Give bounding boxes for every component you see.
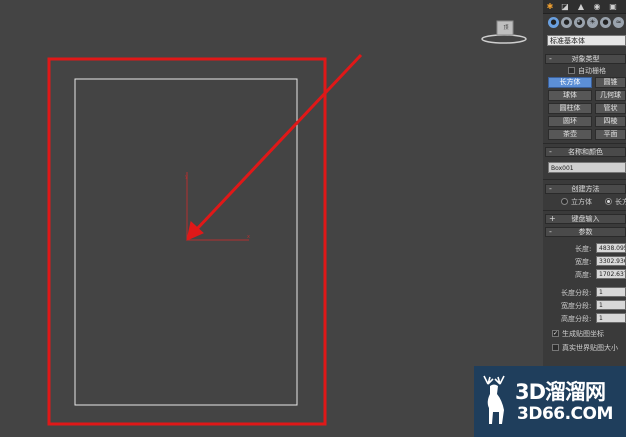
- parameters-rollout[interactable]: - 参数: [545, 227, 626, 237]
- plane-button[interactable]: 平面: [595, 129, 626, 140]
- creation-method-rollout[interactable]: - 创建方法: [545, 184, 626, 194]
- deer-logo-icon: [483, 375, 505, 424]
- parameters-header: 参数: [578, 228, 593, 236]
- teapot-button[interactable]: 茶壶: [548, 129, 592, 140]
- pivot-x-label: x: [247, 234, 250, 240]
- height-segs-field[interactable]: 1: [596, 313, 626, 323]
- motion-tab-icon[interactable]: ◉: [591, 1, 603, 12]
- shapes-category-icon[interactable]: ●: [561, 17, 572, 28]
- annotation-arrow-shaft: [194, 53, 363, 232]
- length-segs-field[interactable]: 1: [596, 287, 626, 297]
- primitive-type-dropdown[interactable]: 标准基本体: [547, 35, 626, 46]
- height-label: 高度:: [575, 271, 592, 279]
- keyboard-entry-header: 键盘输入: [571, 215, 600, 223]
- top-viewport[interactable]: y x 顶: [0, 0, 543, 437]
- cube-radio-label: 立方体: [571, 198, 592, 206]
- width-field[interactable]: 3302.936: [596, 256, 626, 266]
- autogrid-checkbox[interactable]: [568, 67, 575, 74]
- creation-method-header: 创建方法: [571, 185, 600, 193]
- annotation-highlight-box: [47, 57, 327, 426]
- panel-tab-row: ✱ ◪ ▲ ◉ ▣: [543, 0, 626, 14]
- autogrid-label: 自动栅格: [578, 67, 606, 75]
- object-type-rollout[interactable]: - 对象类型: [545, 54, 626, 64]
- length-field[interactable]: 4838.095: [596, 243, 626, 253]
- keyboard-entry-rollout[interactable]: + 键盘输入: [545, 214, 626, 224]
- viewport-overlay: y x: [47, 53, 363, 426]
- modify-tab-icon[interactable]: ◪: [559, 1, 571, 12]
- watermark-title: 3D溜溜网: [515, 380, 606, 404]
- separator: [543, 143, 626, 144]
- cameras-category-icon[interactable]: ☀: [587, 17, 598, 28]
- separator: [543, 179, 626, 180]
- display-tab-icon[interactable]: ▣: [607, 1, 619, 12]
- separator: [543, 210, 626, 211]
- geometry-category-icon[interactable]: ●: [548, 17, 559, 28]
- plane-object-outline[interactable]: [74, 78, 298, 406]
- object-name-field[interactable]: Box001: [548, 162, 626, 173]
- box-button[interactable]: 长方体: [548, 77, 592, 88]
- create-category-row: ● ● ◕ ☀ ● ≈: [543, 14, 626, 32]
- viewcube-face-label: 顶: [503, 25, 509, 31]
- cube-radio[interactable]: [561, 198, 568, 205]
- spacewarps-category-icon[interactable]: ≈: [613, 17, 624, 28]
- length-segs-label: 长度分段:: [561, 289, 592, 297]
- torus-button[interactable]: 圆环: [548, 116, 592, 127]
- cylinder-button[interactable]: 圆柱体: [548, 103, 592, 114]
- width-segs-field[interactable]: 1: [596, 300, 626, 310]
- length-label: 长度:: [575, 245, 592, 253]
- name-color-rollout[interactable]: - 名称和颜色: [545, 147, 626, 157]
- height-field[interactable]: 1702.637: [596, 269, 626, 279]
- real-world-label: 真实世界贴图大小: [562, 344, 618, 352]
- pivot-y-label: y: [185, 174, 188, 180]
- tube-button[interactable]: 管状: [595, 103, 626, 114]
- cone-button[interactable]: 圆锥: [595, 77, 626, 88]
- hierarchy-tab-icon[interactable]: ▲: [575, 1, 587, 12]
- pyramid-button[interactable]: 四棱: [595, 116, 626, 127]
- lights-category-icon[interactable]: ◕: [574, 17, 585, 28]
- width-label: 宽度:: [575, 258, 592, 266]
- box-radio[interactable]: [605, 198, 612, 205]
- object-type-header: 对象类型: [571, 55, 600, 63]
- real-world-checkbox[interactable]: [552, 344, 559, 351]
- helpers-category-icon[interactable]: ●: [600, 17, 611, 28]
- height-segs-label: 高度分段:: [561, 315, 592, 323]
- create-tab-icon[interactable]: ✱: [544, 1, 556, 12]
- gen-mapping-label: 生成贴图坐标: [562, 330, 604, 338]
- width-segs-label: 宽度分段:: [561, 302, 592, 310]
- sphere-button[interactable]: 球体: [548, 90, 592, 101]
- name-color-header: 名称和颜色: [568, 148, 603, 156]
- gen-mapping-checkbox[interactable]: ✓: [552, 330, 559, 337]
- watermark-url: 3D66.COM: [517, 404, 613, 424]
- box-radio-label: 长方: [615, 198, 626, 206]
- geosphere-button[interactable]: 几何球: [595, 90, 626, 101]
